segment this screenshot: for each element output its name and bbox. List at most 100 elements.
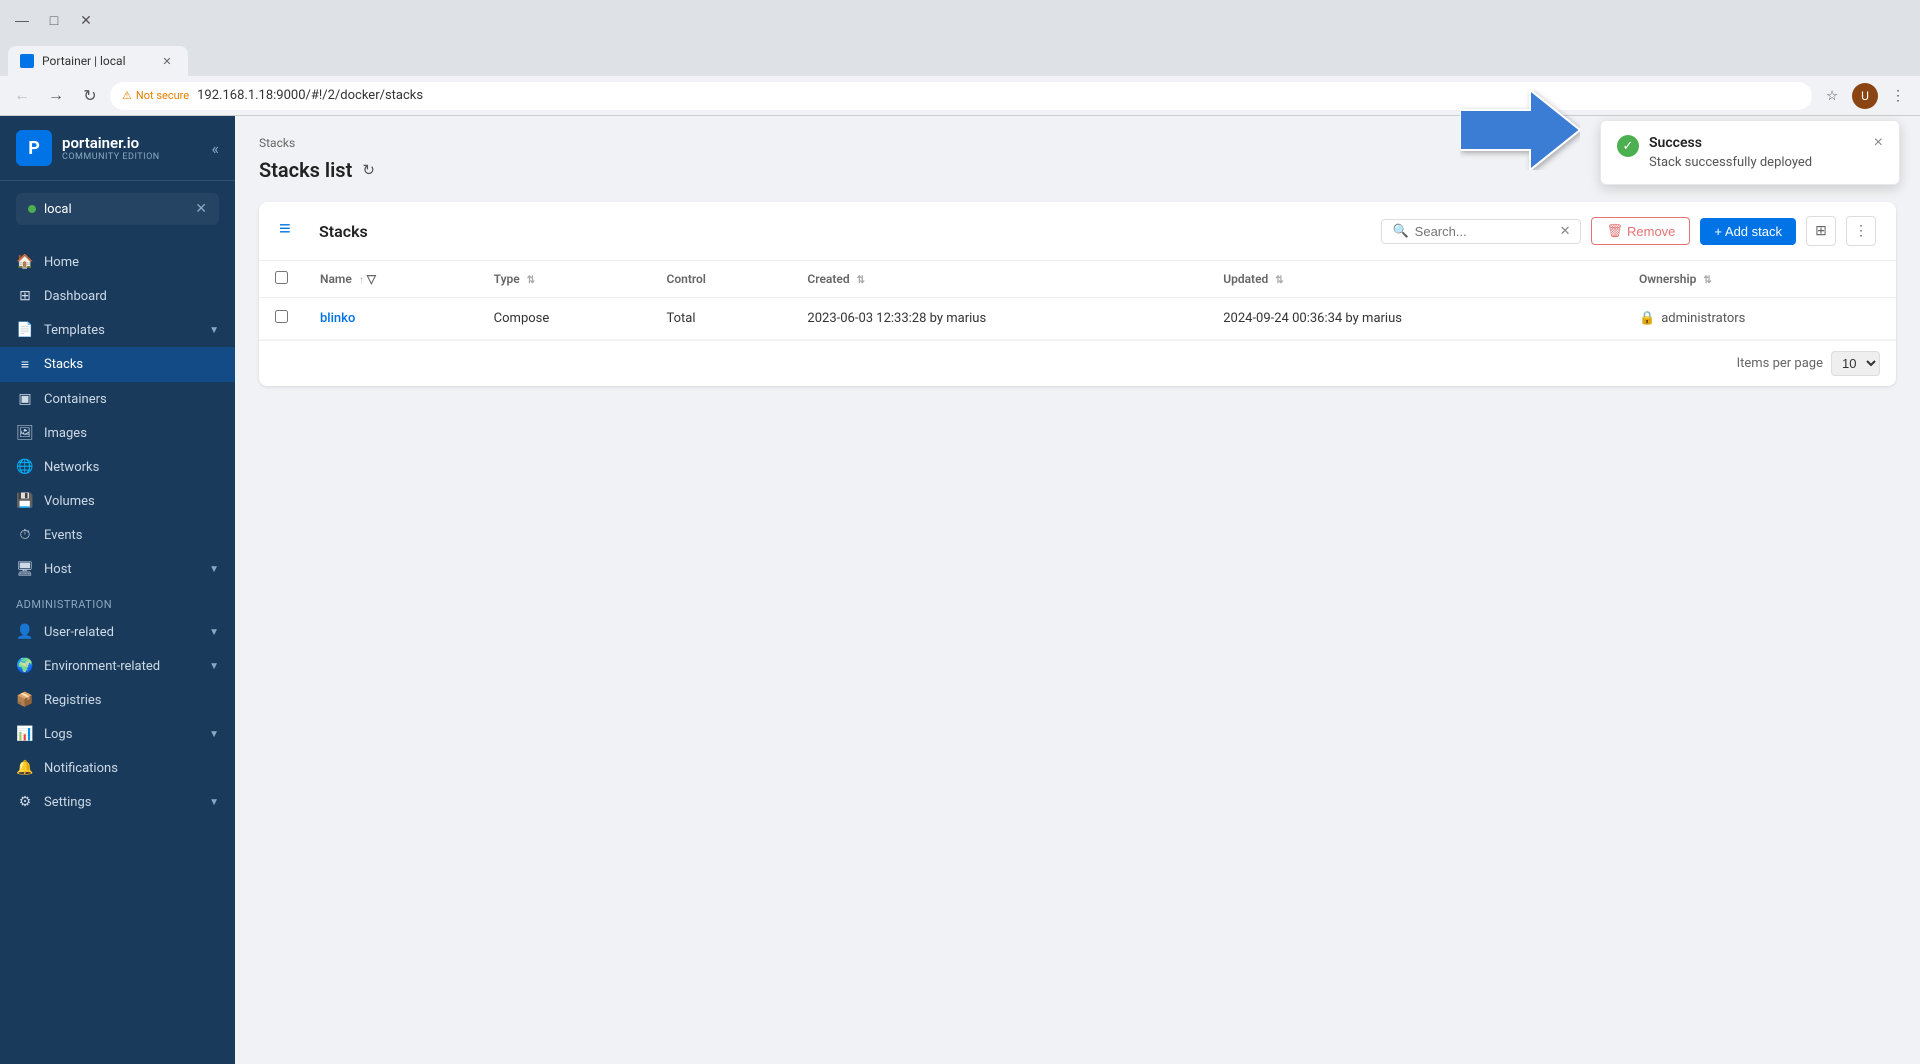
table-body: blinko Compose Total 2023-06-03 12:33:28… — [259, 298, 1896, 340]
security-warning: ⚠ Not secure — [122, 89, 189, 102]
address-bar-row: ← → ↻ ⚠ Not secure 192.168.1.18:9000/#!/… — [0, 76, 1920, 116]
images-icon: 🖼 — [16, 425, 34, 441]
control-header: Control — [650, 261, 791, 298]
logo-text: portainer.io Community Edition — [62, 134, 160, 162]
app-layout: P portainer.io Community Edition « local… — [0, 116, 1920, 1064]
sidebar-item-images[interactable]: 🖼 Images — [0, 416, 235, 450]
table-row: blinko Compose Total 2023-06-03 12:33:28… — [259, 298, 1896, 340]
sidebar-item-label-dashboard: Dashboard — [44, 289, 107, 304]
endpoint-section[interactable]: local ✕ — [16, 193, 219, 225]
remove-label: Remove — [1627, 224, 1675, 239]
ownership-header: Ownership ⇅ — [1623, 261, 1896, 298]
sidebar-item-label-registries: Registries — [44, 693, 102, 708]
toast-message: Stack successfully deployed — [1649, 155, 1864, 170]
sidebar-collapse-button[interactable]: « — [211, 139, 219, 158]
success-icon: ✓ — [1617, 135, 1639, 157]
row-checkbox[interactable] — [275, 310, 288, 323]
registries-icon: 📦 — [16, 692, 34, 708]
row-name-cell: blinko — [304, 298, 478, 340]
card-stack-icon: ≡ — [279, 216, 309, 246]
sidebar-item-label-volumes: Volumes — [44, 494, 95, 509]
maximize-btn[interactable]: □ — [40, 6, 68, 34]
stack-name-link[interactable]: blinko — [320, 311, 355, 326]
row-updated-cell: 2024-09-24 00:36:34 by marius — [1207, 298, 1623, 340]
endpoint-name: local — [44, 202, 72, 217]
profile-avatar[interactable]: U — [1852, 83, 1878, 109]
volumes-icon: 💾 — [16, 493, 34, 509]
forward-button[interactable]: → — [42, 82, 70, 110]
bookmark-button[interactable]: ☆ — [1818, 82, 1846, 110]
sidebar-item-notifications[interactable]: 🔔 Notifications — [0, 751, 235, 785]
sidebar-item-label-containers: Containers — [44, 392, 107, 407]
row-ownership-cell: 🔒 administrators — [1623, 298, 1896, 340]
sidebar-item-label-events: Events — [44, 528, 82, 543]
endpoint-close-button[interactable]: ✕ — [195, 201, 207, 217]
search-clear-button[interactable]: ✕ — [1560, 224, 1571, 239]
sidebar-item-home[interactable]: 🏠 Home — [0, 245, 235, 279]
sidebar-item-logs[interactable]: 📊 Logs ▼ — [0, 717, 235, 751]
search-input[interactable] — [1415, 224, 1554, 239]
active-tab[interactable]: Portainer | local ✕ — [8, 46, 188, 76]
columns-button[interactable]: ⊞ — [1806, 216, 1836, 246]
updated-sort-icon: ⇅ — [1275, 275, 1283, 286]
table-wrap: Name ↑ ▽ Type ⇅ Control Created ⇅ Update… — [259, 261, 1896, 340]
stacks-icon: ≡ — [16, 356, 34, 373]
address-bar[interactable]: ⚠ Not secure 192.168.1.18:9000/#!/2/dock… — [110, 82, 1812, 110]
toast-close-button[interactable]: × — [1874, 135, 1883, 151]
items-per-page-label: Items per page — [1737, 356, 1823, 371]
logo-sub-text: Community Edition — [62, 152, 160, 162]
tab-close-button[interactable]: ✕ — [158, 52, 176, 70]
menu-button[interactable]: ⋮ — [1884, 82, 1912, 110]
sidebar-item-label-user-related: User-related — [44, 625, 114, 640]
user-related-chevron-icon: ▼ — [209, 627, 219, 638]
type-sort-icon: ⇅ — [527, 275, 535, 286]
type-header: Type ⇅ — [478, 261, 651, 298]
sidebar-item-environment-related[interactable]: 🌍 Environment-related ▼ — [0, 649, 235, 683]
environment-related-icon: 🌍 — [16, 658, 34, 674]
sidebar-item-label-environment-related: Environment-related — [44, 659, 160, 674]
close-browser-btn[interactable]: ✕ — [72, 6, 100, 34]
sidebar-item-networks[interactable]: 🌐 Networks — [0, 450, 235, 484]
sidebar-item-dashboard[interactable]: ⊞ Dashboard — [0, 279, 235, 313]
events-icon: ⏱ — [16, 527, 34, 543]
sidebar-item-label-networks: Networks — [44, 460, 99, 475]
search-box: 🔍 ✕ — [1381, 219, 1581, 244]
reload-button[interactable]: ↻ — [76, 82, 104, 110]
back-button[interactable]: ← — [8, 82, 36, 110]
items-per-page-select[interactable]: 10 25 50 — [1831, 351, 1880, 376]
sidebar: P portainer.io Community Edition « local… — [0, 116, 235, 1064]
sidebar-item-events[interactable]: ⏱ Events — [0, 518, 235, 552]
logo-main-text: portainer.io — [62, 134, 160, 152]
sidebar-item-label-settings: Settings — [44, 795, 91, 810]
sidebar-item-label-notifications: Notifications — [44, 761, 118, 776]
sidebar-item-containers[interactable]: ▣ Containers — [0, 382, 235, 416]
remove-button[interactable]: 🗑 Remove — [1591, 217, 1690, 245]
created-sort-icon: ⇅ — [857, 275, 865, 286]
logo-area: P portainer.io Community Edition — [16, 130, 160, 166]
select-all-checkbox[interactable] — [275, 271, 288, 284]
toast-title: Success — [1649, 135, 1864, 151]
updated-header: Updated ⇅ — [1207, 261, 1623, 298]
filter-icon[interactable]: ▽ — [367, 272, 376, 286]
sidebar-item-settings[interactable]: ⚙ Settings ▼ — [0, 785, 235, 819]
add-stack-button[interactable]: + Add stack — [1700, 218, 1796, 245]
row-created-cell: 2023-06-03 12:33:28 by marius — [791, 298, 1207, 340]
networks-icon: 🌐 — [16, 459, 34, 475]
select-all-cell — [259, 261, 304, 298]
sidebar-item-host[interactable]: 🖥 Host ▼ — [0, 552, 235, 586]
url-text: 192.168.1.18:9000/#!/2/docker/stacks — [197, 88, 423, 103]
sidebar-item-label-logs: Logs — [44, 727, 72, 742]
sidebar-item-templates[interactable]: 📄 Templates ▼ — [0, 313, 235, 347]
more-options-button[interactable]: ⋮ — [1846, 216, 1876, 246]
sidebar-item-volumes[interactable]: 💾 Volumes — [0, 484, 235, 518]
refresh-button[interactable]: ↻ — [362, 161, 375, 179]
name-header: Name ↑ ▽ — [304, 261, 478, 298]
add-stack-label: + Add stack — [1714, 224, 1782, 239]
sidebar-item-label-images: Images — [44, 426, 87, 441]
sidebar-item-user-related[interactable]: 👤 User-related ▼ — [0, 615, 235, 649]
tab-bar: Portainer | local ✕ — [0, 40, 1920, 76]
minimize-btn[interactable]: — — [8, 6, 36, 34]
sidebar-item-registries[interactable]: 📦 Registries — [0, 683, 235, 717]
sidebar-item-stacks[interactable]: ≡ Stacks — [0, 347, 235, 382]
card-actions: 🔍 ✕ 🗑 Remove + Add stack ⊞ ⋮ — [1381, 216, 1876, 246]
